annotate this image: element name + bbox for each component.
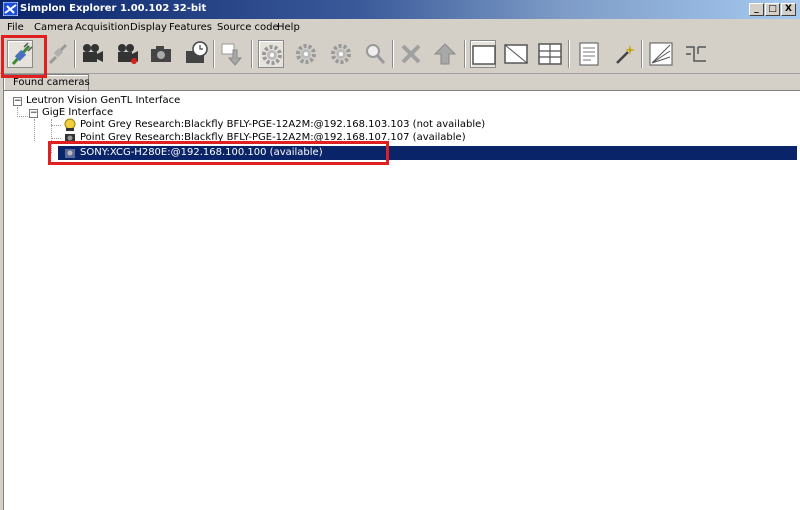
menu-help[interactable]: Help [277,22,300,33]
tree-node-gentl-interface[interactable]: Leutron Vision GenTL Interface [26,95,180,106]
camera-item[interactable]: Point Grey Research:Blackfly BFLY-PGE-12… [80,119,485,130]
disconnect-button[interactable] [45,40,71,68]
chart-button[interactable] [648,40,674,68]
menu-source-code[interactable]: Source code [217,22,279,33]
menu-features[interactable]: Features [169,22,212,33]
grid-view-button[interactable] [537,40,563,68]
up-arrow-icon [433,43,457,65]
maximize-button[interactable]: □ [765,3,780,16]
gear-alt-icon [331,44,351,64]
tree-line [17,116,28,117]
tree-collapse-icon[interactable]: − [13,97,22,106]
tree-line [51,138,61,139]
menu-file[interactable]: File [7,22,24,33]
magnifier-icon [366,44,386,64]
tools-icon [401,44,421,64]
route-icon [686,46,706,62]
video-camera-red-button[interactable] [114,40,140,68]
menu-bar: File Camera Acquisition Display Features… [0,19,800,36]
video-camera-icon [83,44,103,62]
toolbar-separator [641,40,643,68]
snapshot-camera-button[interactable] [148,40,174,68]
timed-camera-button[interactable] [183,40,209,68]
document-icon [579,42,599,66]
settings-gear-button[interactable] [258,40,284,68]
gear-alt-button[interactable] [328,40,354,68]
settings-gear-icon [262,45,282,65]
timed-camera-icon [186,41,208,63]
tab-strip: Found cameras [0,74,800,91]
disconnect-icon [48,43,68,65]
single-view-icon [472,45,496,65]
gear-icon [296,44,316,64]
toolbar-separator [464,40,466,68]
grid-view-icon [538,43,562,65]
download-button[interactable] [219,40,245,68]
toolbar-separator [74,40,76,68]
window-title: Simplon Explorer 1.00.102 32-bit [20,3,207,14]
toolbar-separator [392,40,394,68]
camera-unavailable-icon [64,118,76,131]
magic-wand-icon [616,45,635,64]
up-arrow-button[interactable] [432,40,458,68]
close-button[interactable]: X [781,3,796,16]
toolbar-separator [568,40,570,68]
menu-camera[interactable]: Camera [34,22,73,33]
tools-button[interactable] [398,40,424,68]
toolbar-separator [251,40,253,68]
video-camera-button[interactable] [79,40,105,68]
minimize-button[interactable]: _ [749,3,764,16]
video-camera-red-icon [118,44,138,64]
magic-wand-button[interactable] [611,40,637,68]
app-icon [3,2,18,16]
toolbar [0,36,800,74]
download-icon [221,43,243,66]
tree-collapse-icon[interactable]: − [29,109,38,118]
split-view-icon [504,44,528,64]
single-view-button[interactable] [470,40,496,68]
split-view-button[interactable] [503,40,529,68]
tree-line [34,119,35,141]
tree-node-gige-interface[interactable]: GigE Interface [42,107,113,118]
highlight-box-connect [1,35,47,78]
title-bar: Simplon Explorer 1.00.102 32-bit _ □ X [0,0,800,19]
route-button[interactable] [683,40,709,68]
menu-acquisition[interactable]: Acquisition [75,22,130,33]
highlight-box-camera [48,141,389,165]
chart-icon [649,42,673,66]
gear-button[interactable] [293,40,319,68]
document-button[interactable] [576,40,602,68]
tree-line [51,125,61,126]
magnifier-button[interactable] [362,40,388,68]
snapshot-camera-icon [151,46,171,62]
toolbar-separator [213,40,215,68]
menu-display[interactable]: Display [130,22,167,33]
